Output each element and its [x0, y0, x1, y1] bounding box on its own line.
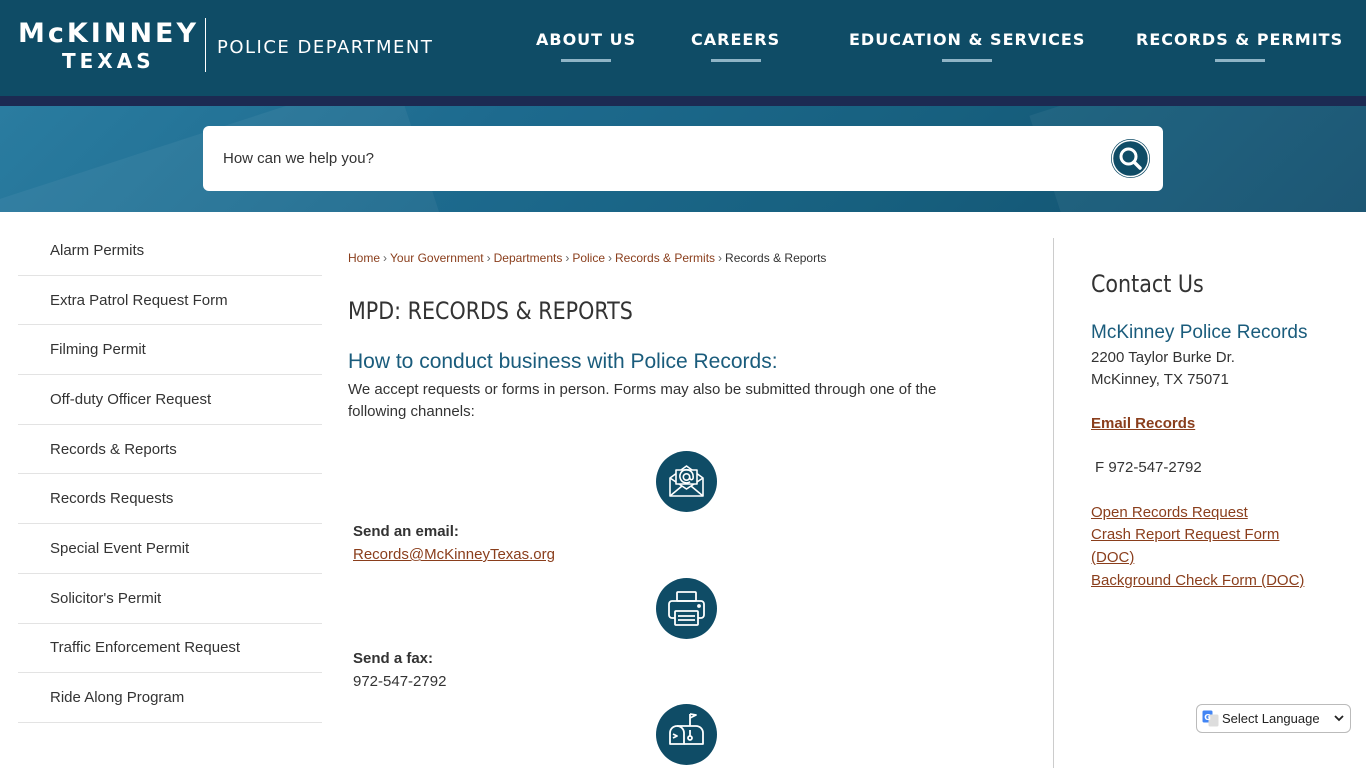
breadcrumb-police[interactable]: Police — [572, 251, 605, 265]
intro-text: We accept requests or forms in person. F… — [348, 381, 937, 420]
fax-icon — [668, 591, 705, 626]
nav-label: RECORDS & PERMITS — [1136, 30, 1344, 49]
sidebar-item-records-requests[interactable]: Records Requests — [18, 474, 322, 525]
contact-fax: F 972-547-2792 — [1095, 459, 1202, 476]
sidebar-item-solicitors-permit[interactable]: Solicitor's Permit — [18, 574, 322, 624]
envelope-icon — [669, 465, 704, 497]
logo-city: McKINNEY — [18, 18, 200, 49]
crash-report-form-doc-link[interactable]: (DOC) — [1091, 549, 1134, 566]
site-header: McKINNEY TEXAS POLICE DEPARTMENT ABOUT U… — [0, 0, 1366, 96]
sidebar-item-off-duty-officer[interactable]: Off-duty Officer Request — [18, 375, 322, 425]
breadcrumb-departments[interactable]: Departments — [494, 251, 563, 265]
fax-channel-value: 972-547-2792 — [353, 673, 447, 690]
nav-underline — [1214, 59, 1265, 62]
svg-text:G: G — [1204, 713, 1211, 722]
sidebar-item-records-reports[interactable]: Records & Reports — [18, 425, 322, 475]
breadcrumb-your-government[interactable]: Your Government — [390, 251, 484, 265]
search-input[interactable] — [223, 144, 1083, 172]
nav-underline — [942, 59, 993, 62]
site-logo[interactable]: McKINNEY TEXAS — [18, 20, 199, 74]
breadcrumb-separator: › — [486, 251, 491, 265]
open-records-request-link[interactable]: Open Records Request — [1091, 504, 1248, 521]
email-channel-icon-circle — [656, 451, 717, 512]
nav-careers[interactable]: CAREERS — [691, 30, 780, 62]
breadcrumb-current: Records & Reports — [725, 251, 827, 265]
email-channel-value: Records@McKinneyTexas.org — [353, 546, 555, 563]
contact-address-line2: McKinney, TX 75071 — [1091, 371, 1229, 388]
contact-name: McKinney Police Records — [1091, 322, 1308, 343]
mail-channel-icon-circle — [656, 704, 717, 765]
sidebar-item-filming-permit[interactable]: Filming Permit — [18, 325, 322, 376]
logo-divider — [205, 18, 206, 72]
records-email-link[interactable]: Records@McKinneyTexas.org — [353, 546, 555, 563]
sidebar-item-alarm-permits[interactable]: Alarm Permits — [18, 226, 322, 276]
contact-address-line1: 2200 Taylor Burke Dr. — [1091, 349, 1235, 366]
column-divider — [1053, 238, 1054, 768]
fax-channel-icon-circle — [656, 578, 717, 639]
breadcrumb-home[interactable]: Home — [348, 251, 380, 265]
nav-label: EDUCATION & SERVICES — [849, 30, 1086, 49]
logo-state: TEXAS — [62, 49, 155, 73]
breadcrumb-separator: › — [565, 251, 570, 265]
mailbox-icon — [669, 713, 704, 745]
nav-education-services[interactable]: EDUCATION & SERVICES — [849, 30, 1085, 62]
nav-underline — [561, 59, 612, 62]
nav-records-permits[interactable]: RECORDS & PERMITS — [1136, 30, 1343, 62]
logo-department[interactable]: POLICE DEPARTMENT — [217, 37, 433, 58]
breadcrumb-records-permits[interactable]: Records & Permits — [615, 251, 715, 265]
crash-report-form-link[interactable]: Crash Report Request Form — [1091, 526, 1279, 543]
chevron-down-icon — [1334, 715, 1344, 722]
breadcrumb-separator: › — [383, 251, 388, 265]
section-subheading: How to conduct business with Police Reco… — [348, 350, 778, 373]
page-title: MPD: RECORDS & REPORTS — [348, 297, 633, 325]
language-select-label: Select Language — [1222, 711, 1320, 726]
fax-channel-label: Send a fax: — [353, 650, 434, 667]
search-button[interactable] — [1111, 139, 1150, 178]
nav-label: CAREERS — [691, 30, 781, 49]
sidebar-item-extra-patrol[interactable]: Extra Patrol Request Form — [18, 276, 322, 326]
nav-about-us[interactable]: ABOUT US — [536, 30, 636, 62]
breadcrumb: Home › Your Government › Departments › Police ›… — [348, 251, 826, 265]
search-box — [203, 126, 1163, 191]
nav-underline — [710, 59, 761, 62]
breadcrumb-separator: › — [608, 251, 613, 265]
sidebar-item-ride-along[interactable]: Ride Along Program — [18, 673, 322, 723]
sidebar-item-special-event[interactable]: Special Event Permit — [18, 524, 322, 574]
email-channel-label: Send an email: — [353, 523, 459, 540]
header-accent-bar — [0, 96, 1366, 106]
google-translate-icon: G — [1202, 710, 1219, 727]
nav-label: ABOUT US — [536, 30, 637, 49]
email-records-link[interactable]: Email Records — [1091, 415, 1195, 432]
breadcrumb-separator: › — [718, 251, 723, 265]
background-check-form-link[interactable]: Background Check Form (DOC) — [1091, 572, 1304, 589]
contact-title: Contact Us — [1091, 270, 1204, 298]
sidebar-nav: Alarm Permits Extra Patrol Request Form … — [18, 226, 322, 723]
sidebar-item-traffic-enforcement[interactable]: Traffic Enforcement Request — [18, 624, 322, 674]
language-select[interactable]: G Select Language — [1196, 704, 1351, 733]
search-icon — [1111, 139, 1150, 178]
